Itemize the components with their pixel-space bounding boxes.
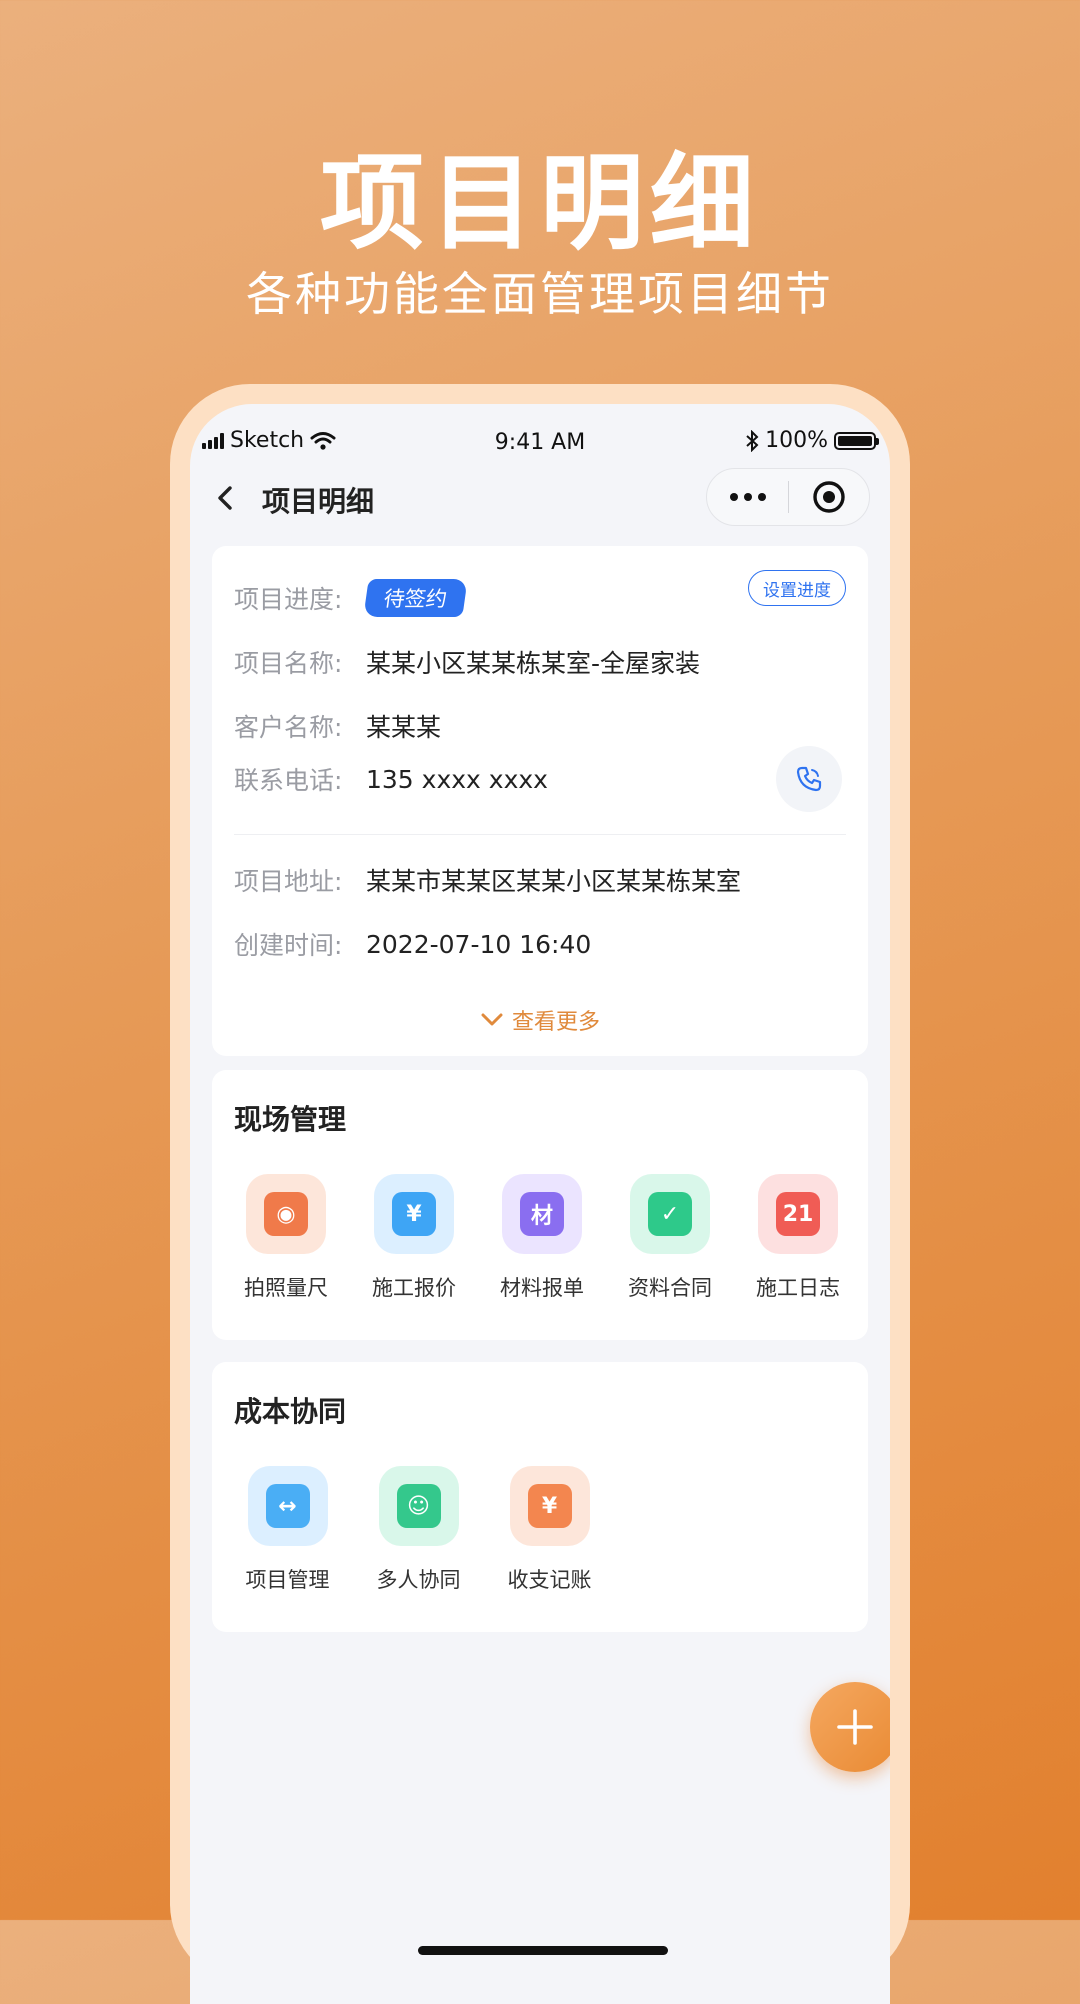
promo-title: 项目明细 — [319, 142, 760, 264]
chevron-down-icon — [481, 1013, 503, 1026]
progress-row: 项目进度: 待签约 — [234, 578, 468, 618]
battery-icon — [834, 431, 879, 450]
target-circle-icon[interactable] — [789, 469, 869, 525]
calendar-log-icon: 21 — [758, 1174, 838, 1254]
status-bar: Sketch 9:41 AM 100% — [190, 404, 890, 456]
tool-icon-glyph: ¥ — [392, 1192, 436, 1236]
divider — [234, 834, 846, 835]
tool-label: 施工日志 — [756, 1276, 840, 1300]
tool-label: 多人协同 — [376, 1568, 461, 1592]
created-label: 创建时间: — [234, 931, 343, 960]
address-value: 某某市某某区某某小区某某栋某室 — [366, 867, 742, 896]
page-title: 项目明细 — [262, 485, 375, 518]
home-indicator — [418, 1946, 668, 1955]
plus-icon — [837, 1709, 873, 1745]
phone-label: 联系电话: — [234, 766, 343, 795]
project-name-label: 项目名称: — [234, 649, 343, 678]
tool-label: 收支记账 — [507, 1568, 592, 1592]
tool-icon-glyph: ↔ — [265, 1484, 310, 1528]
tool-label: 施工报价 — [372, 1276, 456, 1300]
site-tools-grid: ◉ 拍照量尺 ¥ 施工报价材材料报单 ✓ 资料合同 21 施工日志 — [222, 1174, 862, 1302]
chevron-left-icon[interactable] — [208, 480, 244, 516]
status-badge: 待签约 — [363, 579, 468, 617]
phone-row: 联系电话: 135 xxxx xxxx — [234, 759, 548, 799]
created-value: 2022-07-10 16:40 — [366, 929, 592, 959]
project-name-value: 某某小区某某栋某室-全屋家装 — [366, 649, 701, 678]
briefcase-icon: ↔ — [247, 1466, 328, 1546]
tool-item[interactable]: 21 施工日志 — [734, 1174, 862, 1302]
view-more-button[interactable]: 查看更多 — [212, 1004, 868, 1036]
view-more-label: 查看更多 — [511, 1010, 600, 1035]
add-button[interactable] — [810, 1682, 890, 1772]
tool-item[interactable]: ¥ 收支记账 — [484, 1466, 615, 1594]
team-users-icon: ☺ — [378, 1466, 459, 1546]
tool-icon-glyph: ◉ — [264, 1192, 308, 1236]
tool-icon-glyph: 材 — [520, 1192, 564, 1236]
ledger-icon: ¥ — [509, 1466, 590, 1546]
created-row: 创建时间: 2022-07-10 16:40 — [234, 924, 591, 964]
section-title: 现场管理 — [234, 1103, 347, 1136]
tool-label: 拍照量尺 — [244, 1276, 328, 1300]
progress-label: 项目进度: — [234, 585, 343, 614]
mini-program-capsule — [706, 468, 870, 526]
customer-value: 某某某 — [366, 713, 442, 742]
customer-label: 客户名称: — [234, 713, 343, 742]
bluetooth-icon — [746, 429, 759, 452]
phone-screen: Sketch 9:41 AM 100% 项目明细 项目进度: 待签约 设置进度 … — [190, 404, 890, 2004]
cost-collaboration-card: 成本协同 ↔ 项目管理 ☺ 多人协同 ¥ 收支记账 — [212, 1362, 868, 1632]
tool-item[interactable]: ✓ 资料合同 — [606, 1174, 734, 1302]
more-dots-icon[interactable] — [707, 469, 788, 525]
section-title: 成本协同 — [234, 1395, 347, 1428]
phone-icon — [796, 766, 822, 792]
site-management-card: 现场管理 ◉ 拍照量尺 ¥ 施工报价材材料报单 ✓ 资料合同 21 施工日志 — [212, 1070, 868, 1340]
tool-icon-glyph: ☺ — [396, 1484, 441, 1528]
address-label: 项目地址: — [234, 867, 343, 896]
tool-item[interactable]: ☺ 多人协同 — [353, 1466, 484, 1594]
tool-item[interactable]: ↔ 项目管理 — [222, 1466, 353, 1594]
tool-label: 资料合同 — [628, 1276, 712, 1300]
address-row: 项目地址: 某某市某某区某某小区某某栋某室 — [234, 860, 741, 900]
tool-item[interactable]: 材材料报单 — [478, 1174, 606, 1302]
customer-row: 客户名称: 某某某 — [234, 706, 441, 746]
tool-label: 项目管理 — [245, 1568, 330, 1592]
phone-frame: Sketch 9:41 AM 100% 项目明细 项目进度: 待签约 设置进度 … — [170, 384, 910, 2004]
call-button[interactable] — [776, 746, 842, 812]
set-progress-button[interactable]: 设置进度 — [748, 570, 846, 606]
quote-doc-icon: ¥ — [374, 1174, 454, 1254]
contract-doc-icon: ✓ — [630, 1174, 710, 1254]
promo-subtitle: 各种功能全面管理项目细节 — [246, 267, 834, 321]
project-info-card: 项目进度: 待签约 设置进度 项目名称: 某某小区某某栋某室-全屋家装 客户名称… — [212, 546, 868, 1056]
nav-bar: 项目明细 — [190, 460, 890, 536]
phone-value: 135 xxxx xxxx — [366, 764, 548, 794]
battery-percent: 100% — [765, 428, 828, 453]
material-clipboard-icon: 材 — [502, 1174, 582, 1254]
tool-item[interactable]: ◉ 拍照量尺 — [222, 1174, 350, 1302]
tool-label: 材料报单 — [500, 1276, 584, 1300]
cost-tools-grid: ↔ 项目管理 ☺ 多人协同 ¥ 收支记账 — [222, 1466, 862, 1594]
tool-item[interactable]: ¥ 施工报价 — [350, 1174, 478, 1302]
tool-icon-glyph: ¥ — [527, 1484, 572, 1528]
tool-icon-glyph: 21 — [776, 1192, 820, 1236]
camera-icon: ◉ — [246, 1174, 326, 1254]
project-name-row: 项目名称: 某某小区某某栋某室-全屋家装 — [234, 642, 700, 682]
tool-icon-glyph: ✓ — [648, 1192, 692, 1236]
